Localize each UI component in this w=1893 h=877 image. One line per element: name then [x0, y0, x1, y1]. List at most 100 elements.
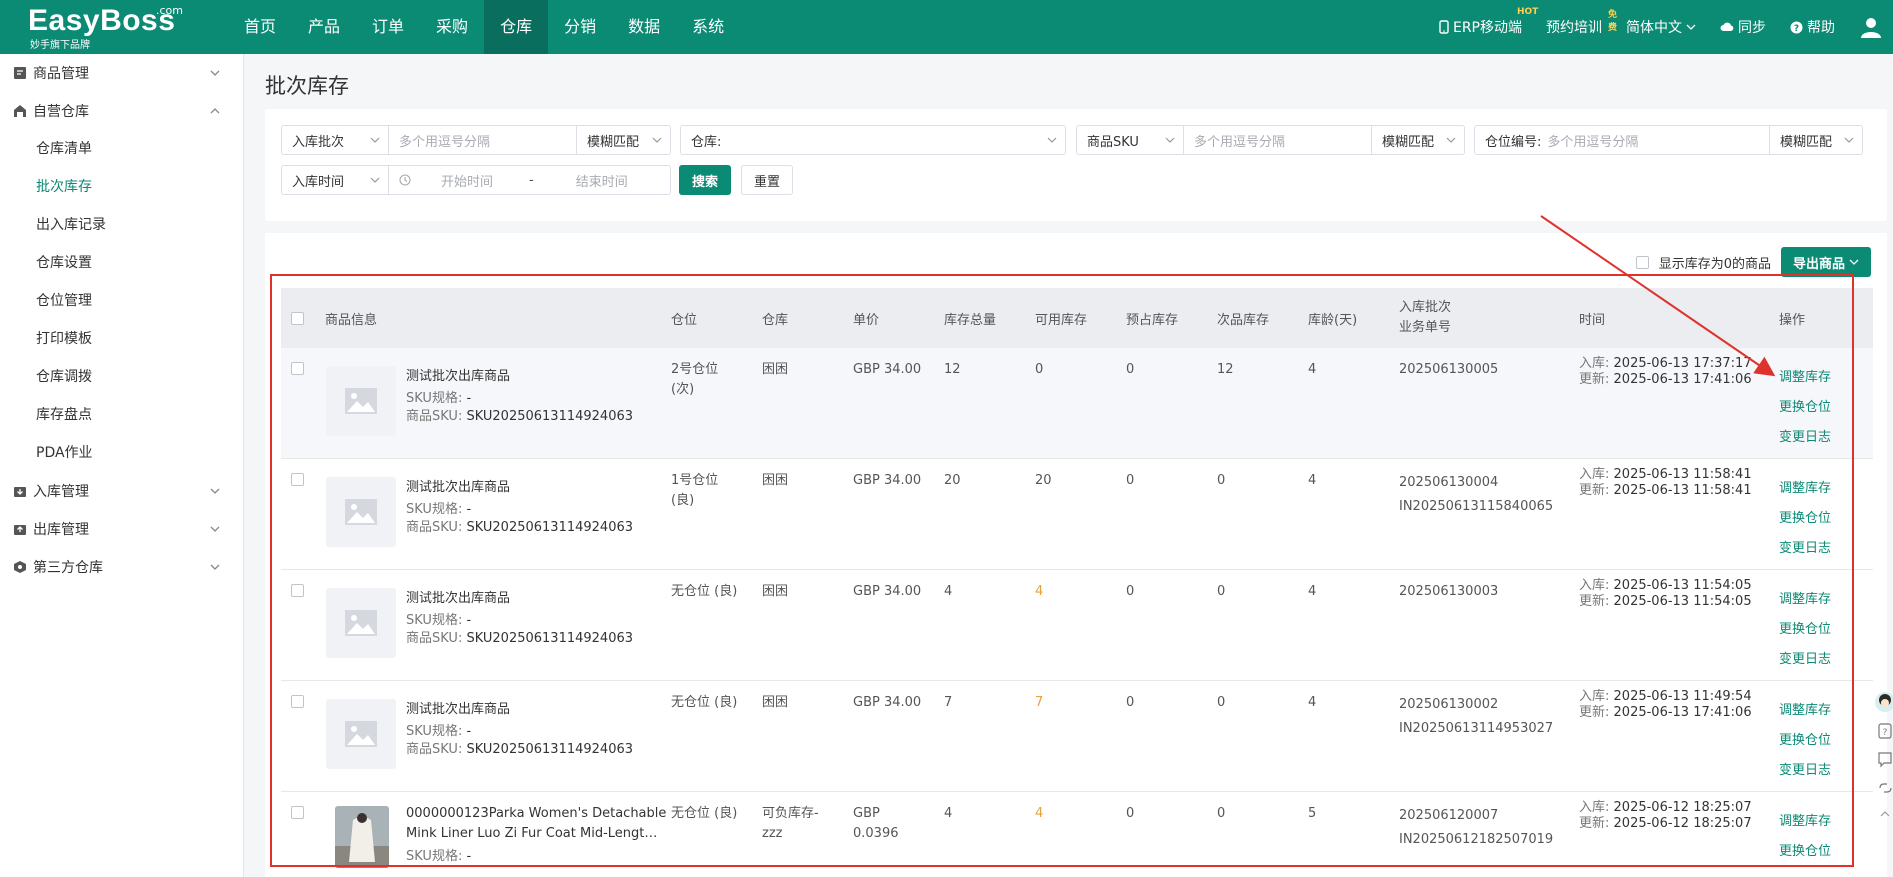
sku-spec-value: -: [466, 391, 472, 406]
end-time-placeholder: 结束时间: [575, 174, 628, 190]
show-zero-checkbox[interactable]: [1635, 255, 1649, 269]
product-name: 测试批次出库商品: [406, 369, 511, 384]
sidebar-item-inout-records[interactable]: 出入库记录: [0, 206, 243, 244]
search-button[interactable]: 搜索: [679, 165, 731, 195]
nav-warehouse[interactable]: 仓库: [484, 0, 549, 54]
row-checkbox[interactable]: [291, 806, 304, 819]
col-available-stock: 可用库存: [1035, 312, 1088, 328]
change-log-link[interactable]: 变更日志: [1779, 423, 1831, 453]
sidebar-item-warehouse-transfer[interactable]: 仓库调拨: [0, 358, 243, 396]
row-checkbox[interactable]: [291, 362, 304, 375]
sidebar-group-label: 入库管理: [33, 484, 89, 500]
change-location-link[interactable]: 更换仓位: [1779, 726, 1831, 756]
product-photo: [335, 806, 389, 868]
location-value: 无仓位 (良): [671, 806, 738, 821]
user-avatar-icon[interactable]: [1859, 15, 1883, 39]
change-log-link[interactable]: 变更日志: [1779, 645, 1831, 675]
in-time-label: 入库:: [1579, 356, 1610, 371]
col-defective-stock: 次品库存: [1217, 312, 1270, 328]
change-location-link[interactable]: 更换仓位: [1779, 615, 1831, 645]
reserved-stock-value: 0: [1126, 584, 1135, 599]
sidebar-item-pda[interactable]: PDA作业: [0, 434, 243, 472]
sidebar-item-stocktaking[interactable]: 库存盘点: [0, 396, 243, 434]
nav-purchase[interactable]: 采购: [420, 0, 484, 54]
sidebar-group-own-warehouse[interactable]: 自营仓库: [0, 92, 243, 130]
assistant-avatar-icon[interactable]: [1871, 690, 1893, 716]
change-location-link[interactable]: 更换仓位: [1779, 504, 1831, 534]
in-time-value: 2025-06-13 11:54:05: [1613, 578, 1752, 593]
update-time-value: 2025-06-13 17:41:06: [1613, 705, 1752, 720]
batch-type-select[interactable]: 入库批次: [282, 126, 388, 154]
nav-products[interactable]: 产品: [292, 0, 356, 54]
sku-spec-label: SKU规格:: [406, 849, 463, 864]
sku-input[interactable]: 多个用逗号分隔: [1183, 126, 1371, 154]
export-products-button[interactable]: 导出商品: [1780, 247, 1871, 277]
feedback-icon[interactable]: ?: [1871, 720, 1893, 744]
chevron-up-icon: [210, 108, 220, 114]
adjust-stock-link[interactable]: 调整库存: [1779, 363, 1831, 393]
update-time-value: 2025-06-12 18:25:07: [1613, 816, 1752, 831]
row-checkbox[interactable]: [291, 584, 304, 597]
help-button[interactable]: ? 帮助: [1790, 17, 1835, 37]
link-icon[interactable]: [1871, 776, 1893, 800]
sidebar-group-goods[interactable]: 商品管理: [0, 54, 243, 92]
sidebar-group-third-party[interactable]: 第三方仓库: [0, 548, 243, 586]
sku-match-select[interactable]: 模糊匹配: [1371, 126, 1464, 154]
warehouse-value: 困困: [762, 473, 789, 488]
clock-icon: [399, 174, 411, 186]
change-log-link[interactable]: 变更日志: [1779, 534, 1831, 564]
total-stock-value: 7: [944, 695, 953, 710]
erp-mobile-link[interactable]: ERP移动端 HOT: [1439, 7, 1538, 37]
table-row: 测试批次出库商品 SKU规格: - 商品SKU: SKU202506131149…: [281, 459, 1873, 570]
language-select[interactable]: 简体中文: [1626, 17, 1696, 37]
cloud-icon: [1720, 22, 1734, 31]
row-checkbox[interactable]: [291, 473, 304, 486]
in-time-label: 入库:: [1579, 578, 1610, 593]
nav-home[interactable]: 首页: [228, 0, 292, 54]
available-stock-value: 20: [1035, 473, 1052, 488]
nav-system[interactable]: 系统: [676, 0, 740, 54]
change-location-link[interactable]: 更换仓位: [1779, 393, 1831, 423]
select-all-checkbox[interactable]: [291, 311, 304, 325]
sku-type-select[interactable]: 商品SKU: [1077, 126, 1183, 154]
chevron-down-icon: [1165, 137, 1175, 143]
row-checkbox[interactable]: [291, 695, 304, 708]
nav-distribution[interactable]: 分销: [548, 0, 612, 54]
sidebar-item-batch-inventory[interactable]: 批次库存: [0, 168, 243, 206]
sidebar-item-warehouse-settings[interactable]: 仓库设置: [0, 244, 243, 282]
time-type-select[interactable]: 入库时间: [282, 166, 388, 194]
change-location-link[interactable]: 更换仓位: [1779, 837, 1831, 867]
batch-match-select[interactable]: 模糊匹配: [576, 126, 670, 154]
collapse-up-icon[interactable]: [1871, 804, 1893, 824]
adjust-stock-link[interactable]: 调整库存: [1779, 585, 1831, 615]
nav-orders[interactable]: 订单: [356, 0, 420, 54]
nav-data[interactable]: 数据: [612, 0, 676, 54]
date-range-picker[interactable]: 开始时间 - 结束时间: [388, 166, 670, 194]
sidebar-group-outbound[interactable]: 出库管理: [0, 510, 243, 548]
warehouse-select[interactable]: 仓库:: [680, 125, 1066, 155]
reset-button[interactable]: 重置: [741, 165, 793, 195]
chevron-down-icon: [210, 526, 220, 532]
chat-icon[interactable]: [1871, 748, 1893, 772]
order-no-value: IN20250613115840065: [1399, 499, 1554, 514]
image-placeholder-icon: [345, 721, 377, 747]
sync-button[interactable]: 同步: [1720, 17, 1766, 37]
adjust-stock-link[interactable]: 调整库存: [1779, 807, 1831, 837]
batch-input[interactable]: 多个用逗号分隔: [388, 126, 576, 154]
adjust-stock-link[interactable]: 调整库存: [1779, 696, 1831, 726]
chevron-down-icon: [370, 137, 380, 143]
adjust-stock-link[interactable]: 调整库存: [1779, 474, 1831, 504]
sidebar-group-inbound[interactable]: 入库管理: [0, 472, 243, 510]
stock-age-value: 4: [1308, 473, 1317, 488]
language-label: 简体中文: [1626, 20, 1682, 36]
brand-logo[interactable]: EasyBoss .com 妙手旗下品牌: [28, 4, 183, 51]
sidebar-item-location-management[interactable]: 仓位管理: [0, 282, 243, 320]
training-link[interactable]: 预约培训 免费: [1546, 10, 1617, 37]
sidebar-item-warehouse-list[interactable]: 仓库清单: [0, 130, 243, 168]
sidebar-item-print-templates[interactable]: 打印模板: [0, 320, 243, 358]
location-match-select[interactable]: 模糊匹配: [1769, 126, 1862, 154]
phone-icon: [1439, 20, 1449, 34]
change-log-link[interactable]: 变更日志: [1779, 756, 1831, 786]
defective-stock-value: 12: [1217, 362, 1234, 377]
location-input[interactable]: 仓位编号: 多个用逗号分隔: [1475, 126, 1769, 154]
